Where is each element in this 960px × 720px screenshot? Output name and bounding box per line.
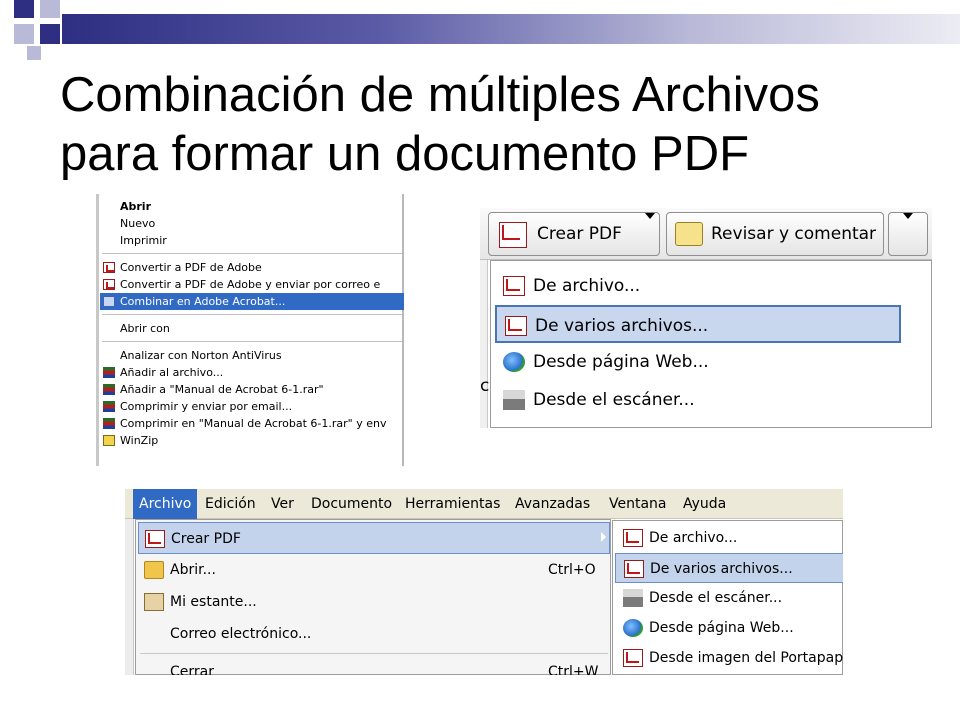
dd-item-abrir[interactable]: Abrir... Ctrl+O bbox=[138, 554, 610, 586]
pdf-icon bbox=[103, 279, 115, 290]
multi-pdf-icon bbox=[624, 560, 644, 578]
ctx-item-comprimir-rar[interactable]: Comprimir en "Manual de Acrobat 6-1.rar"… bbox=[100, 415, 404, 432]
pdf-file-icon bbox=[623, 529, 643, 547]
sub-item-desde-escaner[interactable]: Desde el escáner... bbox=[615, 583, 843, 613]
deco-square-1 bbox=[14, 0, 34, 18]
multi-pdf-icon bbox=[505, 316, 527, 336]
create-pdf-button[interactable]: Crear PDF bbox=[488, 212, 660, 256]
ctx-item-nuevo[interactable]: Nuevo bbox=[100, 215, 404, 232]
ctx-item-anadir-archivo[interactable]: Añadir al archivo... bbox=[100, 364, 404, 381]
menu-avanzadas[interactable]: Avanzadas bbox=[515, 489, 590, 519]
slide-title: Combinación de múltiples Archivos para f… bbox=[60, 66, 940, 184]
dd-item-mi-estante[interactable]: Mi estante... bbox=[138, 586, 610, 618]
ctx-item-comprimir-email[interactable]: Comprimir y enviar por email... bbox=[100, 398, 404, 415]
ctx-item-abrir[interactable]: Abrir bbox=[100, 198, 404, 215]
folder-icon bbox=[144, 561, 164, 579]
menu-item-de-archivo[interactable]: De archivo... bbox=[495, 267, 901, 305]
menu-ayuda[interactable]: Ayuda bbox=[683, 489, 726, 519]
winrar-icon bbox=[103, 418, 115, 429]
ctx-item-convertir-enviar[interactable]: Convertir a PDF de Adobe y enviar por co… bbox=[100, 276, 404, 293]
review-dropdown-button[interactable] bbox=[888, 212, 928, 256]
scanner-icon bbox=[503, 390, 525, 410]
dd-item-correo[interactable]: Correo electrónico... bbox=[138, 618, 610, 650]
scanner-icon bbox=[623, 589, 643, 607]
winrar-icon bbox=[103, 367, 115, 378]
shelf-icon bbox=[144, 593, 164, 611]
web-icon bbox=[503, 352, 525, 372]
create-pdf-menu: De archivo... De varios archivos... Desd… bbox=[490, 260, 932, 428]
ctx-separator bbox=[102, 314, 402, 315]
menu-archivo[interactable]: Archivo bbox=[133, 489, 198, 519]
review-comment-button[interactable]: Revisar y comentar bbox=[666, 212, 884, 256]
pdf-file-icon bbox=[503, 276, 525, 296]
ctx-item-convertir-pdf[interactable]: Convertir a PDF de Adobe bbox=[100, 259, 404, 276]
menubar-screenshot: Archivo Edición Ver Documento Herramient… bbox=[125, 489, 843, 675]
deco-square-5 bbox=[27, 46, 41, 60]
ctx-separator bbox=[102, 253, 402, 254]
ctx-item-combinar[interactable]: Combinar en Adobe Acrobat... bbox=[100, 293, 404, 310]
toolbar-screenshot: Crear PDF Revisar y comentar c De archiv… bbox=[480, 208, 932, 428]
dd-separator bbox=[140, 653, 608, 654]
menu-herramientas[interactable]: Herramientas bbox=[405, 489, 500, 519]
menubar: Archivo Edición Ver Documento Herramient… bbox=[125, 489, 843, 519]
pdf-icon bbox=[145, 530, 165, 548]
crear-pdf-submenu: De archivo... De varios archivos... Desd… bbox=[612, 520, 843, 675]
ctx-item-imprimir[interactable]: Imprimir bbox=[100, 232, 404, 249]
ctx-item-winzip[interactable]: WinZip bbox=[100, 432, 404, 449]
menu-item-desde-pagina-web[interactable]: Desde página Web... bbox=[495, 343, 901, 381]
title-line-2: para formar un documento PDF bbox=[60, 127, 750, 181]
chevron-down-icon bbox=[645, 213, 655, 219]
menu-ventana[interactable]: Ventana bbox=[609, 489, 667, 519]
sub-item-de-varios-archivos[interactable]: De varios archivos... bbox=[615, 553, 843, 583]
web-icon bbox=[623, 619, 643, 637]
dd-item-cerrar[interactable]: Cerrar Ctrl+W bbox=[138, 656, 610, 675]
sub-item-de-archivo[interactable]: De archivo... bbox=[615, 523, 843, 553]
archivo-dropdown: Crear PDF Abrir... Ctrl+O Mi estante... … bbox=[135, 519, 611, 675]
sub-item-desde-pagina-web[interactable]: Desde página Web... bbox=[615, 613, 843, 643]
deco-square-2 bbox=[40, 0, 60, 18]
winzip-icon bbox=[103, 435, 115, 446]
ctx-separator bbox=[102, 341, 402, 342]
clipboard-icon bbox=[623, 649, 643, 667]
chevron-down-icon bbox=[903, 213, 913, 219]
menu-item-desde-escaner[interactable]: Desde el escáner... bbox=[495, 381, 901, 419]
dd-item-crear-pdf[interactable]: Crear PDF bbox=[138, 522, 610, 554]
ctx-item-norton[interactable]: Analizar con Norton AntiVirus bbox=[100, 347, 404, 364]
ctx-item-anadir-rar[interactable]: Añadir a "Manual de Acrobat 6-1.rar" bbox=[100, 381, 404, 398]
comment-icon bbox=[675, 222, 703, 246]
menu-edicion[interactable]: Edición bbox=[205, 489, 256, 519]
winrar-icon bbox=[103, 384, 115, 395]
sub-item-desde-portapapeles[interactable]: Desde imagen del Portapape bbox=[615, 643, 843, 673]
winrar-icon bbox=[103, 401, 115, 412]
combine-icon bbox=[103, 296, 115, 307]
ctx-item-abrir-con[interactable]: Abrir con bbox=[100, 320, 404, 337]
context-menu-screenshot: Abrir Nuevo Imprimir Convertir a PDF de … bbox=[96, 194, 404, 466]
submenu-arrow-icon bbox=[601, 532, 606, 542]
pdf-icon bbox=[103, 262, 115, 273]
menu-documento[interactable]: Documento bbox=[311, 489, 392, 519]
title-line-1: Combinación de múltiples Archivos bbox=[60, 68, 820, 122]
menu-item-de-varios-archivos[interactable]: De varios archivos... bbox=[495, 305, 901, 343]
create-pdf-icon bbox=[499, 222, 527, 248]
deco-square-4 bbox=[40, 24, 60, 44]
title-gradient-bar bbox=[62, 14, 960, 44]
clipped-text: c bbox=[480, 376, 490, 396]
menu-ver[interactable]: Ver bbox=[271, 489, 294, 519]
deco-square-3 bbox=[14, 24, 34, 44]
